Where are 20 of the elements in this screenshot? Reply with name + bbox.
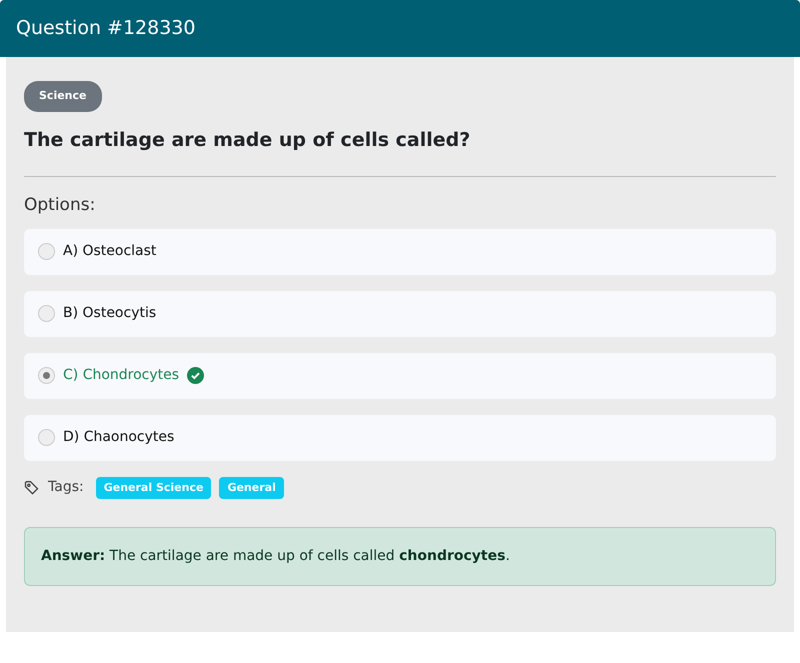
radio-button[interactable]	[38, 305, 55, 322]
answer-text: Answer: The cartilage are made up of cells called chondrocytes.	[24, 527, 776, 586]
option-row[interactable]: B) Osteocytis	[24, 290, 776, 336]
options-heading: Options:	[24, 194, 96, 217]
option-text: A) Osteoclast	[63, 242, 156, 261]
radio-button[interactable]	[38, 367, 55, 384]
check-circle-icon	[187, 367, 204, 384]
option-text: C) Chondrocytes	[63, 366, 180, 385]
category-label: Science	[24, 81, 102, 112]
option-row[interactable]: C) Chondrocytes	[24, 352, 776, 398]
option-text: B) Osteocytis	[63, 304, 156, 323]
question-text: The cartilage are made up of cells called?	[24, 128, 472, 152]
tag-icon	[24, 480, 40, 496]
tags-label: Tags:	[48, 478, 84, 498]
radio-button[interactable]	[38, 429, 55, 446]
option-row[interactable]: D) Chaonocytes	[24, 414, 776, 460]
radio-button[interactable]	[38, 243, 55, 260]
option-text: D) Chaonocytes	[63, 428, 174, 447]
question-title: Question #128330	[16, 16, 196, 42]
option-row[interactable]: A) Osteoclast	[24, 228, 776, 274]
